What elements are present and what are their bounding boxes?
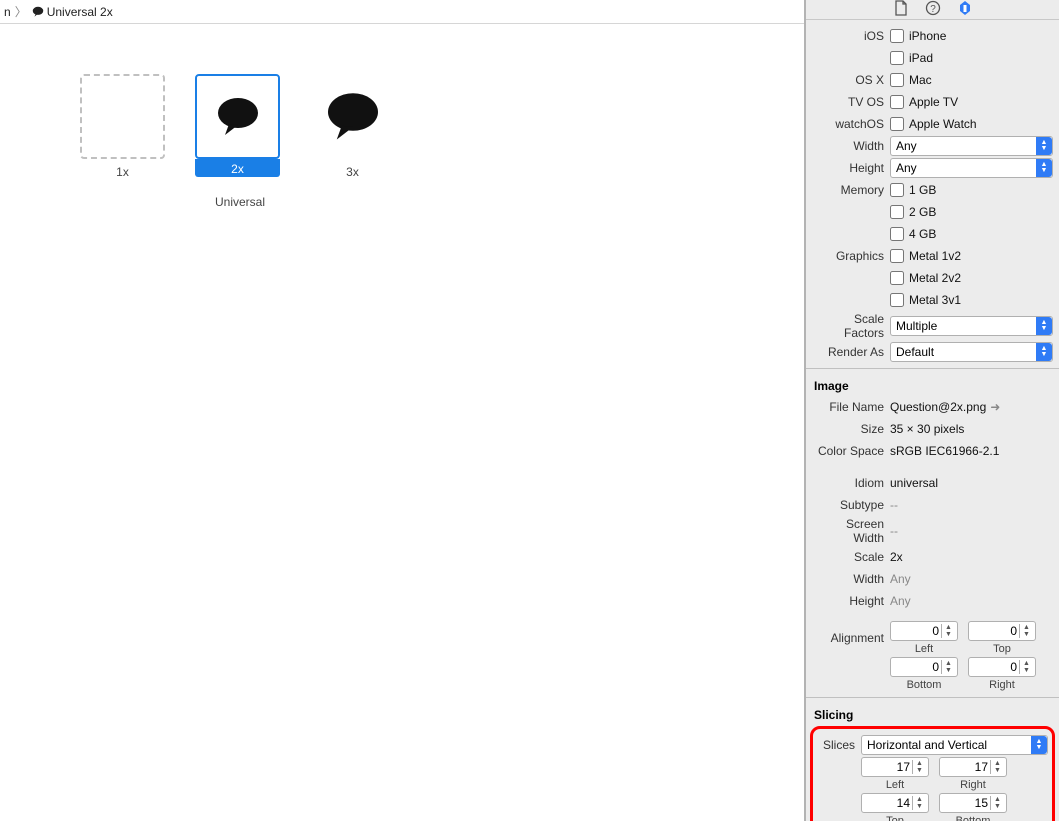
appletv-checkbox[interactable]: Apple TV bbox=[890, 95, 1053, 109]
speech-bubble-icon bbox=[31, 5, 45, 19]
height-label: Height bbox=[812, 161, 890, 175]
well-label-1x: 1x bbox=[80, 163, 165, 181]
stepper-icon[interactable]: ▲▼ bbox=[990, 796, 1004, 810]
breadcrumb-item[interactable]: n bbox=[4, 5, 11, 19]
img-height-value: Any bbox=[890, 594, 1053, 608]
svg-text:?: ? bbox=[930, 4, 936, 15]
ios-label: iOS bbox=[812, 29, 890, 43]
alignment-label: Alignment bbox=[812, 631, 890, 645]
chevron-up-down-icon: ▲▼ bbox=[1031, 736, 1047, 754]
image-set-label: Universal bbox=[80, 195, 400, 209]
inspector-tabs[interactable]: ? bbox=[806, 0, 1059, 20]
stepper-icon[interactable]: ▲▼ bbox=[912, 796, 926, 810]
align-left-input[interactable]: ▲▼ bbox=[890, 621, 958, 641]
chevron-up-down-icon: ▲▼ bbox=[1036, 159, 1052, 177]
mem-1gb-checkbox[interactable]: 1 GB bbox=[890, 183, 1053, 197]
slicing-section-header: Slicing bbox=[814, 708, 1053, 722]
img-width-value: Any bbox=[890, 572, 1053, 586]
mem-4gb-checkbox[interactable]: 4 GB bbox=[890, 227, 1053, 241]
breadcrumb-item[interactable]: Universal 2x bbox=[47, 5, 113, 19]
width-select[interactable]: Any▲▼ bbox=[890, 136, 1053, 156]
canvas-area: n 〉 Universal 2x 1x 2x bbox=[0, 0, 805, 821]
align-top-input[interactable]: ▲▼ bbox=[968, 621, 1036, 641]
reveal-file-icon[interactable]: ➜ bbox=[990, 400, 1000, 414]
slot-3x[interactable] bbox=[310, 74, 395, 159]
size-label: Size bbox=[812, 422, 890, 436]
well-label-3x: 3x bbox=[310, 163, 395, 181]
well-label-2x: 2x bbox=[195, 159, 280, 177]
scale-factors-label: Scale Factors bbox=[812, 312, 890, 340]
slice-bottom-input[interactable]: ▲▼ bbox=[939, 793, 1007, 813]
align-bottom-input[interactable]: ▲▼ bbox=[890, 657, 958, 677]
ipad-checkbox[interactable]: iPad bbox=[890, 51, 1053, 65]
well-1x[interactable]: 1x bbox=[80, 74, 165, 187]
stepper-icon[interactable]: ▲▼ bbox=[941, 624, 955, 638]
stepper-icon[interactable]: ▲▼ bbox=[912, 760, 926, 774]
metal-1v2-checkbox[interactable]: Metal 1v2 bbox=[890, 249, 1053, 263]
idiom-label: Idiom bbox=[812, 476, 890, 490]
file-inspector-icon[interactable] bbox=[893, 0, 909, 19]
img-width-label: Width bbox=[812, 572, 890, 586]
slices-label: Slices bbox=[817, 738, 861, 752]
graphics-label: Graphics bbox=[812, 249, 890, 263]
subtype-value: -- bbox=[890, 498, 1053, 512]
speech-bubble-icon bbox=[325, 92, 381, 142]
slice-top-input[interactable]: ▲▼ bbox=[861, 793, 929, 813]
file-name-value: Question@2x.png bbox=[890, 400, 986, 414]
align-right-input[interactable]: ▲▼ bbox=[968, 657, 1036, 677]
scale-factors-select[interactable]: Multiple▲▼ bbox=[890, 316, 1053, 336]
well-3x[interactable]: 3x bbox=[310, 74, 395, 187]
img-height-label: Height bbox=[812, 594, 890, 608]
slice-right-input[interactable]: ▲▼ bbox=[939, 757, 1007, 777]
render-as-label: Render As bbox=[812, 345, 890, 359]
well-2x[interactable]: 2x bbox=[195, 74, 280, 187]
render-as-select[interactable]: Default▲▼ bbox=[890, 342, 1053, 362]
attributes-inspector: ? iOS iPhone iPad OS X Mac TV OS Apple T… bbox=[805, 0, 1059, 821]
osx-label: OS X bbox=[812, 73, 890, 87]
asset-canvas[interactable]: 1x 2x 3x bbox=[0, 24, 804, 821]
slice-left-input[interactable]: ▲▼ bbox=[861, 757, 929, 777]
tvos-label: TV OS bbox=[812, 95, 890, 109]
height-select[interactable]: Any▲▼ bbox=[890, 158, 1053, 178]
chevron-up-down-icon: ▲▼ bbox=[1036, 317, 1052, 335]
mem-2gb-checkbox[interactable]: 2 GB bbox=[890, 205, 1053, 219]
scale-label: Scale bbox=[812, 550, 890, 564]
stepper-icon[interactable]: ▲▼ bbox=[990, 760, 1004, 774]
chevron-up-down-icon: ▲▼ bbox=[1036, 343, 1052, 361]
stepper-icon[interactable]: ▲▼ bbox=[1019, 660, 1033, 674]
stepper-icon[interactable]: ▲▼ bbox=[941, 660, 955, 674]
speech-bubble-icon bbox=[216, 97, 260, 137]
image-section-header: Image bbox=[814, 379, 1053, 393]
screen-width-label: Screen Width bbox=[812, 517, 890, 545]
iphone-checkbox[interactable]: iPhone bbox=[890, 29, 1053, 43]
image-wells: 1x 2x 3x bbox=[80, 74, 804, 187]
color-space-value: sRGB IEC61966-2.1 bbox=[890, 444, 1053, 458]
slicing-highlight: Slices Horizontal and Vertical▲▼ ▲▼Left … bbox=[810, 726, 1055, 821]
size-value: 35 × 30 pixels bbox=[890, 422, 1053, 436]
subtype-label: Subtype bbox=[812, 498, 890, 512]
watchos-label: watchOS bbox=[812, 117, 890, 131]
help-inspector-icon[interactable]: ? bbox=[925, 0, 941, 19]
chevron-up-down-icon: ▲▼ bbox=[1036, 137, 1052, 155]
metal-2v2-checkbox[interactable]: Metal 2v2 bbox=[890, 271, 1053, 285]
slices-select[interactable]: Horizontal and Vertical▲▼ bbox=[861, 735, 1048, 755]
color-space-label: Color Space bbox=[812, 444, 890, 458]
attributes-inspector-icon[interactable] bbox=[957, 0, 973, 19]
file-name-label: File Name bbox=[812, 400, 890, 414]
memory-label: Memory bbox=[812, 183, 890, 197]
slot-1x-empty[interactable] bbox=[80, 74, 165, 159]
scale-value: 2x bbox=[890, 550, 1053, 564]
screen-width-value: -- bbox=[890, 524, 1053, 538]
breadcrumb[interactable]: n 〉 Universal 2x bbox=[0, 0, 804, 24]
stepper-icon[interactable]: ▲▼ bbox=[1019, 624, 1033, 638]
applewatch-checkbox[interactable]: Apple Watch bbox=[890, 117, 1053, 131]
mac-checkbox[interactable]: Mac bbox=[890, 73, 1053, 87]
width-label: Width bbox=[812, 139, 890, 153]
idiom-value: universal bbox=[890, 476, 1053, 490]
slot-2x-selected[interactable] bbox=[195, 74, 280, 159]
metal-3v1-checkbox[interactable]: Metal 3v1 bbox=[890, 293, 1053, 307]
breadcrumb-separator: 〉 bbox=[15, 3, 27, 20]
